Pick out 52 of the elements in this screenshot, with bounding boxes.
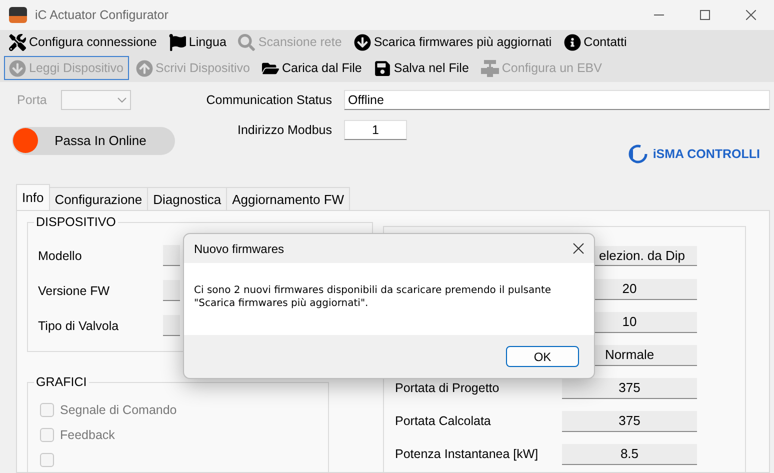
close-icon <box>746 10 756 20</box>
toolbar-button[interactable]: Scarica firmwares più aggiornati <box>348 30 557 54</box>
tab[interactable]: Configurazione <box>48 187 148 210</box>
field-label: Versione FW <box>38 284 111 298</box>
toolbar-button[interactable]: Contatti <box>558 30 632 54</box>
checkbox-label: Feedback <box>60 428 115 442</box>
chevron-icon <box>116 96 127 103</box>
field-label: Portata di Progetto <box>395 381 500 395</box>
upload-icon <box>136 60 152 77</box>
app-icon <box>9 7 27 23</box>
field-label: Indirizzo Modbus <box>236 122 332 137</box>
download-icon <box>354 34 371 51</box>
field-label: Tipo di Valvola <box>38 318 120 332</box>
value-field: 375 <box>562 410 697 432</box>
download-icon <box>9 60 26 77</box>
checkbox-label: Segnale di Comando <box>60 402 177 416</box>
online-toggle[interactable]: Passa In Online <box>12 126 175 155</box>
save-icon <box>374 60 391 77</box>
value-field <box>163 245 180 266</box>
port-label: Porta <box>17 92 47 107</box>
tab[interactable]: Info <box>16 184 50 210</box>
toolbar-button[interactable]: Salva nel File <box>368 56 474 80</box>
status-field[interactable]: Offline <box>344 90 770 110</box>
tools-icon <box>9 34 26 51</box>
toolbar-button[interactable]: Configura connessione <box>4 30 162 54</box>
close-icon[interactable] <box>573 243 584 254</box>
ok-button[interactable]: OK <box>506 346 579 367</box>
value-field <box>163 315 180 336</box>
valve-icon <box>480 60 499 77</box>
maximize-icon <box>700 10 710 20</box>
info-icon <box>564 34 581 51</box>
dialog-message: Ci sono 2 nuovi firmwares disponibili da scaricare premendo il pulsante "Scarica firmwares più aggiornati". <box>194 284 552 310</box>
dialog-title: Nuovo firmwares <box>194 242 284 256</box>
value-field <box>163 280 180 301</box>
field-label: Modello <box>38 248 83 262</box>
port-dropdown[interactable] <box>60 90 131 110</box>
field-label: Communication Status <box>205 92 332 107</box>
toolbar-button[interactable]: Lingua <box>164 30 232 54</box>
window-title: iC Actuator Configurator <box>35 8 170 22</box>
logo: iSMA CONTROLLI <box>628 144 760 164</box>
flag-icon <box>168 34 186 51</box>
value-field: 375 <box>562 378 697 398</box>
field-label: Portata Calcolata <box>395 414 492 428</box>
tab[interactable]: Diagnostica <box>147 187 228 210</box>
toolbar-button[interactable]: Carica dal File <box>256 56 367 80</box>
modbus-address-field[interactable]: 1 <box>344 120 407 140</box>
value-field: 8.5 <box>562 444 697 464</box>
search-icon <box>238 34 256 51</box>
tab[interactable]: Aggiornamento FW <box>226 187 350 210</box>
group-title: DISPOSITIVO <box>34 215 118 229</box>
field-label: Potenza Instantanea [kW] <box>395 447 540 461</box>
group-title: GRAFICI <box>34 375 89 389</box>
